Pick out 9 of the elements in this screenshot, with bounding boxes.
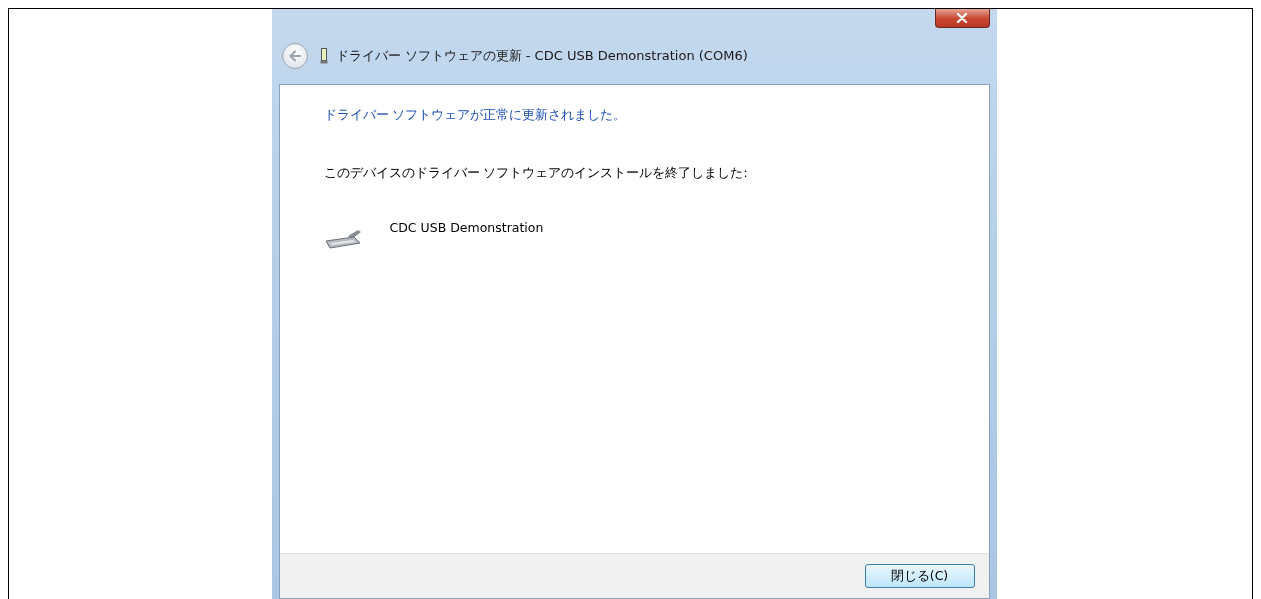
close-dialog-button[interactable]: 閉じる(C) bbox=[864, 564, 975, 588]
device-name: CDC USB Demonstration bbox=[389, 220, 544, 235]
success-heading: ドライバー ソフトウェアが正常に更新されました。 bbox=[323, 107, 628, 124]
close-button[interactable] bbox=[934, 9, 990, 28]
close-icon bbox=[956, 13, 968, 23]
message-text: このデバイスのドライバー ソフトウェアのインストールを終了しました: bbox=[323, 165, 749, 182]
back-arrow-icon bbox=[287, 49, 302, 63]
window-title: ドライバー ソフトウェアの更新 - CDC USB Demonstration (COM6) bbox=[335, 47, 748, 65]
usb-plug-icon bbox=[319, 48, 328, 64]
